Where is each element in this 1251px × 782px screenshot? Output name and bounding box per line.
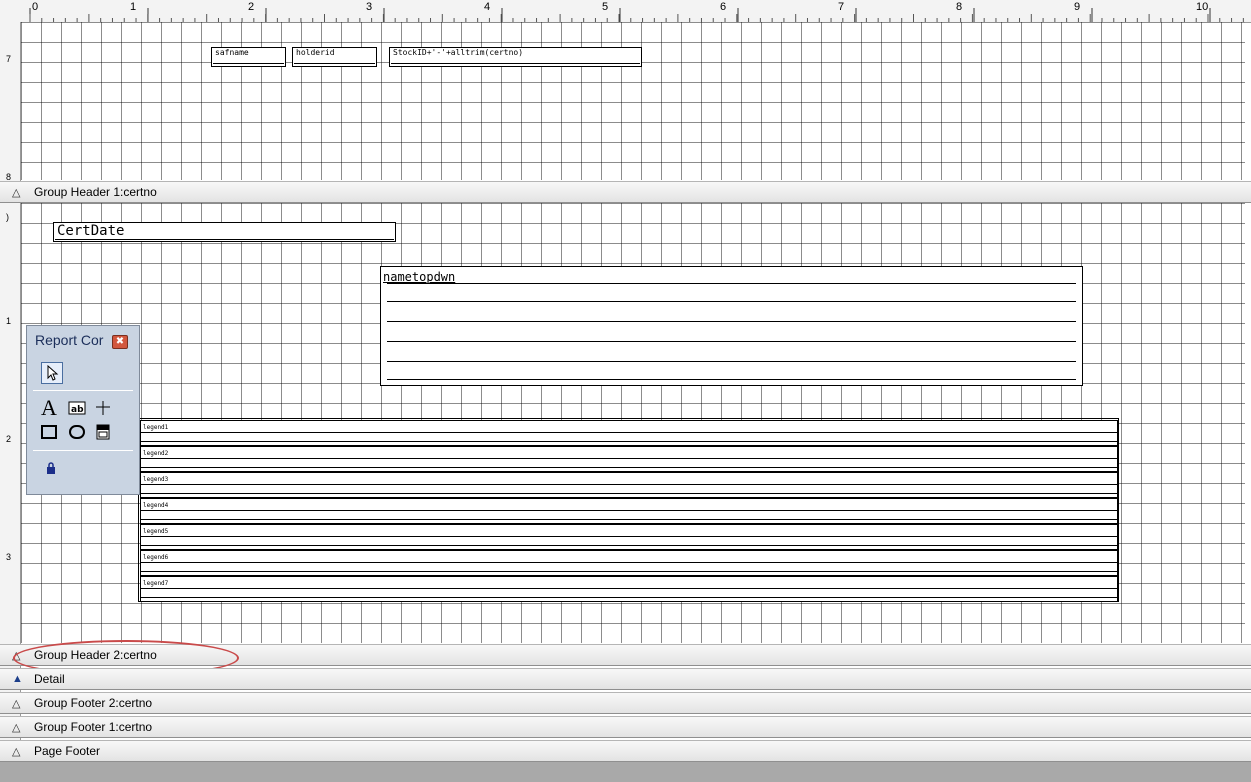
legend-field-4[interactable]: legend4 <box>140 498 1118 524</box>
legend-field-5[interactable]: legend5 <box>140 524 1118 550</box>
ruler-number-1: 1 <box>130 1 137 13</box>
ruler-number-4: 4 <box>484 1 491 13</box>
vruler-mark-0: ) <box>6 212 9 222</box>
ruler-number-0: 0 <box>32 1 39 13</box>
band-detail[interactable]: ▲ Detail <box>0 668 1251 690</box>
band-group-header-1[interactable]: △ Group Header 1:certno <box>0 181 1251 203</box>
page-header-section[interactable] <box>21 22 1245 180</box>
label-icon[interactable]: A <box>39 395 59 420</box>
legend-field-1[interactable]: legend1 <box>140 420 1118 446</box>
ruler-number-3: 3 <box>366 1 373 13</box>
ruler-number-7: 7 <box>838 1 845 13</box>
legend-field-2[interactable]: legend2 <box>140 446 1118 472</box>
nametopdwn-label: nametopdwn <box>383 270 456 284</box>
band-label: Group Footer 1:certno <box>34 720 153 734</box>
field-certdate[interactable]: CertDate <box>53 222 396 242</box>
ruler-number-2: 2 <box>248 1 255 13</box>
band-label: Group Header 1:certno <box>34 185 157 199</box>
svg-text:ab: ab <box>71 405 84 415</box>
ruler-number-6: 6 <box>720 1 727 13</box>
collapse-triangle-icon[interactable]: △ <box>12 186 34 199</box>
vruler-mark-7: 7 <box>6 54 12 64</box>
collapse-triangle-icon[interactable]: △ <box>12 721 34 734</box>
rectangle-icon[interactable] <box>39 422 59 442</box>
collapse-triangle-icon[interactable]: △ <box>12 697 34 710</box>
picture-ole-icon[interactable] <box>93 422 113 442</box>
ruler-number-9: 9 <box>1074 1 1081 13</box>
horizontal-ruler: 0 1 2 3 4 5 6 7 8 9 10 <box>0 0 1251 23</box>
close-icon[interactable]: ✖ <box>112 335 128 349</box>
field-holderid[interactable]: holderid <box>292 47 377 67</box>
lock-icon[interactable] <box>41 458 61 478</box>
vruler-mark-3: 3 <box>6 552 12 562</box>
field-safname[interactable]: safname <box>211 47 286 67</box>
band-page-footer[interactable]: △ Page Footer <box>0 740 1251 762</box>
band-label: Detail <box>34 672 65 686</box>
field-icon[interactable]: ab <box>67 398 87 418</box>
rounded-rectangle-icon[interactable] <box>67 422 87 442</box>
ruler-number-5: 5 <box>602 1 609 13</box>
band-label: Page Footer <box>34 744 101 758</box>
window-bottom-area <box>0 762 1251 782</box>
line-icon[interactable] <box>93 398 113 418</box>
field-stockid-expression[interactable]: StockID+'-'+alltrim(certno) <box>389 47 642 67</box>
legend-field-7[interactable]: legend7 <box>140 576 1118 602</box>
band-group-footer-2[interactable]: △ Group Footer 2:certno <box>0 692 1251 714</box>
field-nametopdwn[interactable]: nametopdwn <box>380 266 1083 386</box>
pointer-icon[interactable] <box>41 362 63 384</box>
legend-field-3[interactable]: legend3 <box>140 472 1118 498</box>
collapse-triangle-icon[interactable]: △ <box>12 745 34 758</box>
vruler-mark-1: 1 <box>6 316 12 326</box>
expand-triangle-icon[interactable]: ▲ <box>12 673 34 685</box>
ruler-number-10: 10 <box>1196 1 1209 13</box>
toolbox-title: Report Cor <box>35 332 104 348</box>
band-group-footer-1[interactable]: △ Group Footer 1:certno <box>0 716 1251 738</box>
ruler-number-8: 8 <box>956 1 963 13</box>
band-label: Group Footer 2:certno <box>34 696 153 710</box>
vruler-mark-2: 2 <box>6 434 12 444</box>
report-controls-toolbox[interactable]: Report Cor ✖ A ab <box>26 325 140 495</box>
legend-field-6[interactable]: legend6 <box>140 550 1118 576</box>
